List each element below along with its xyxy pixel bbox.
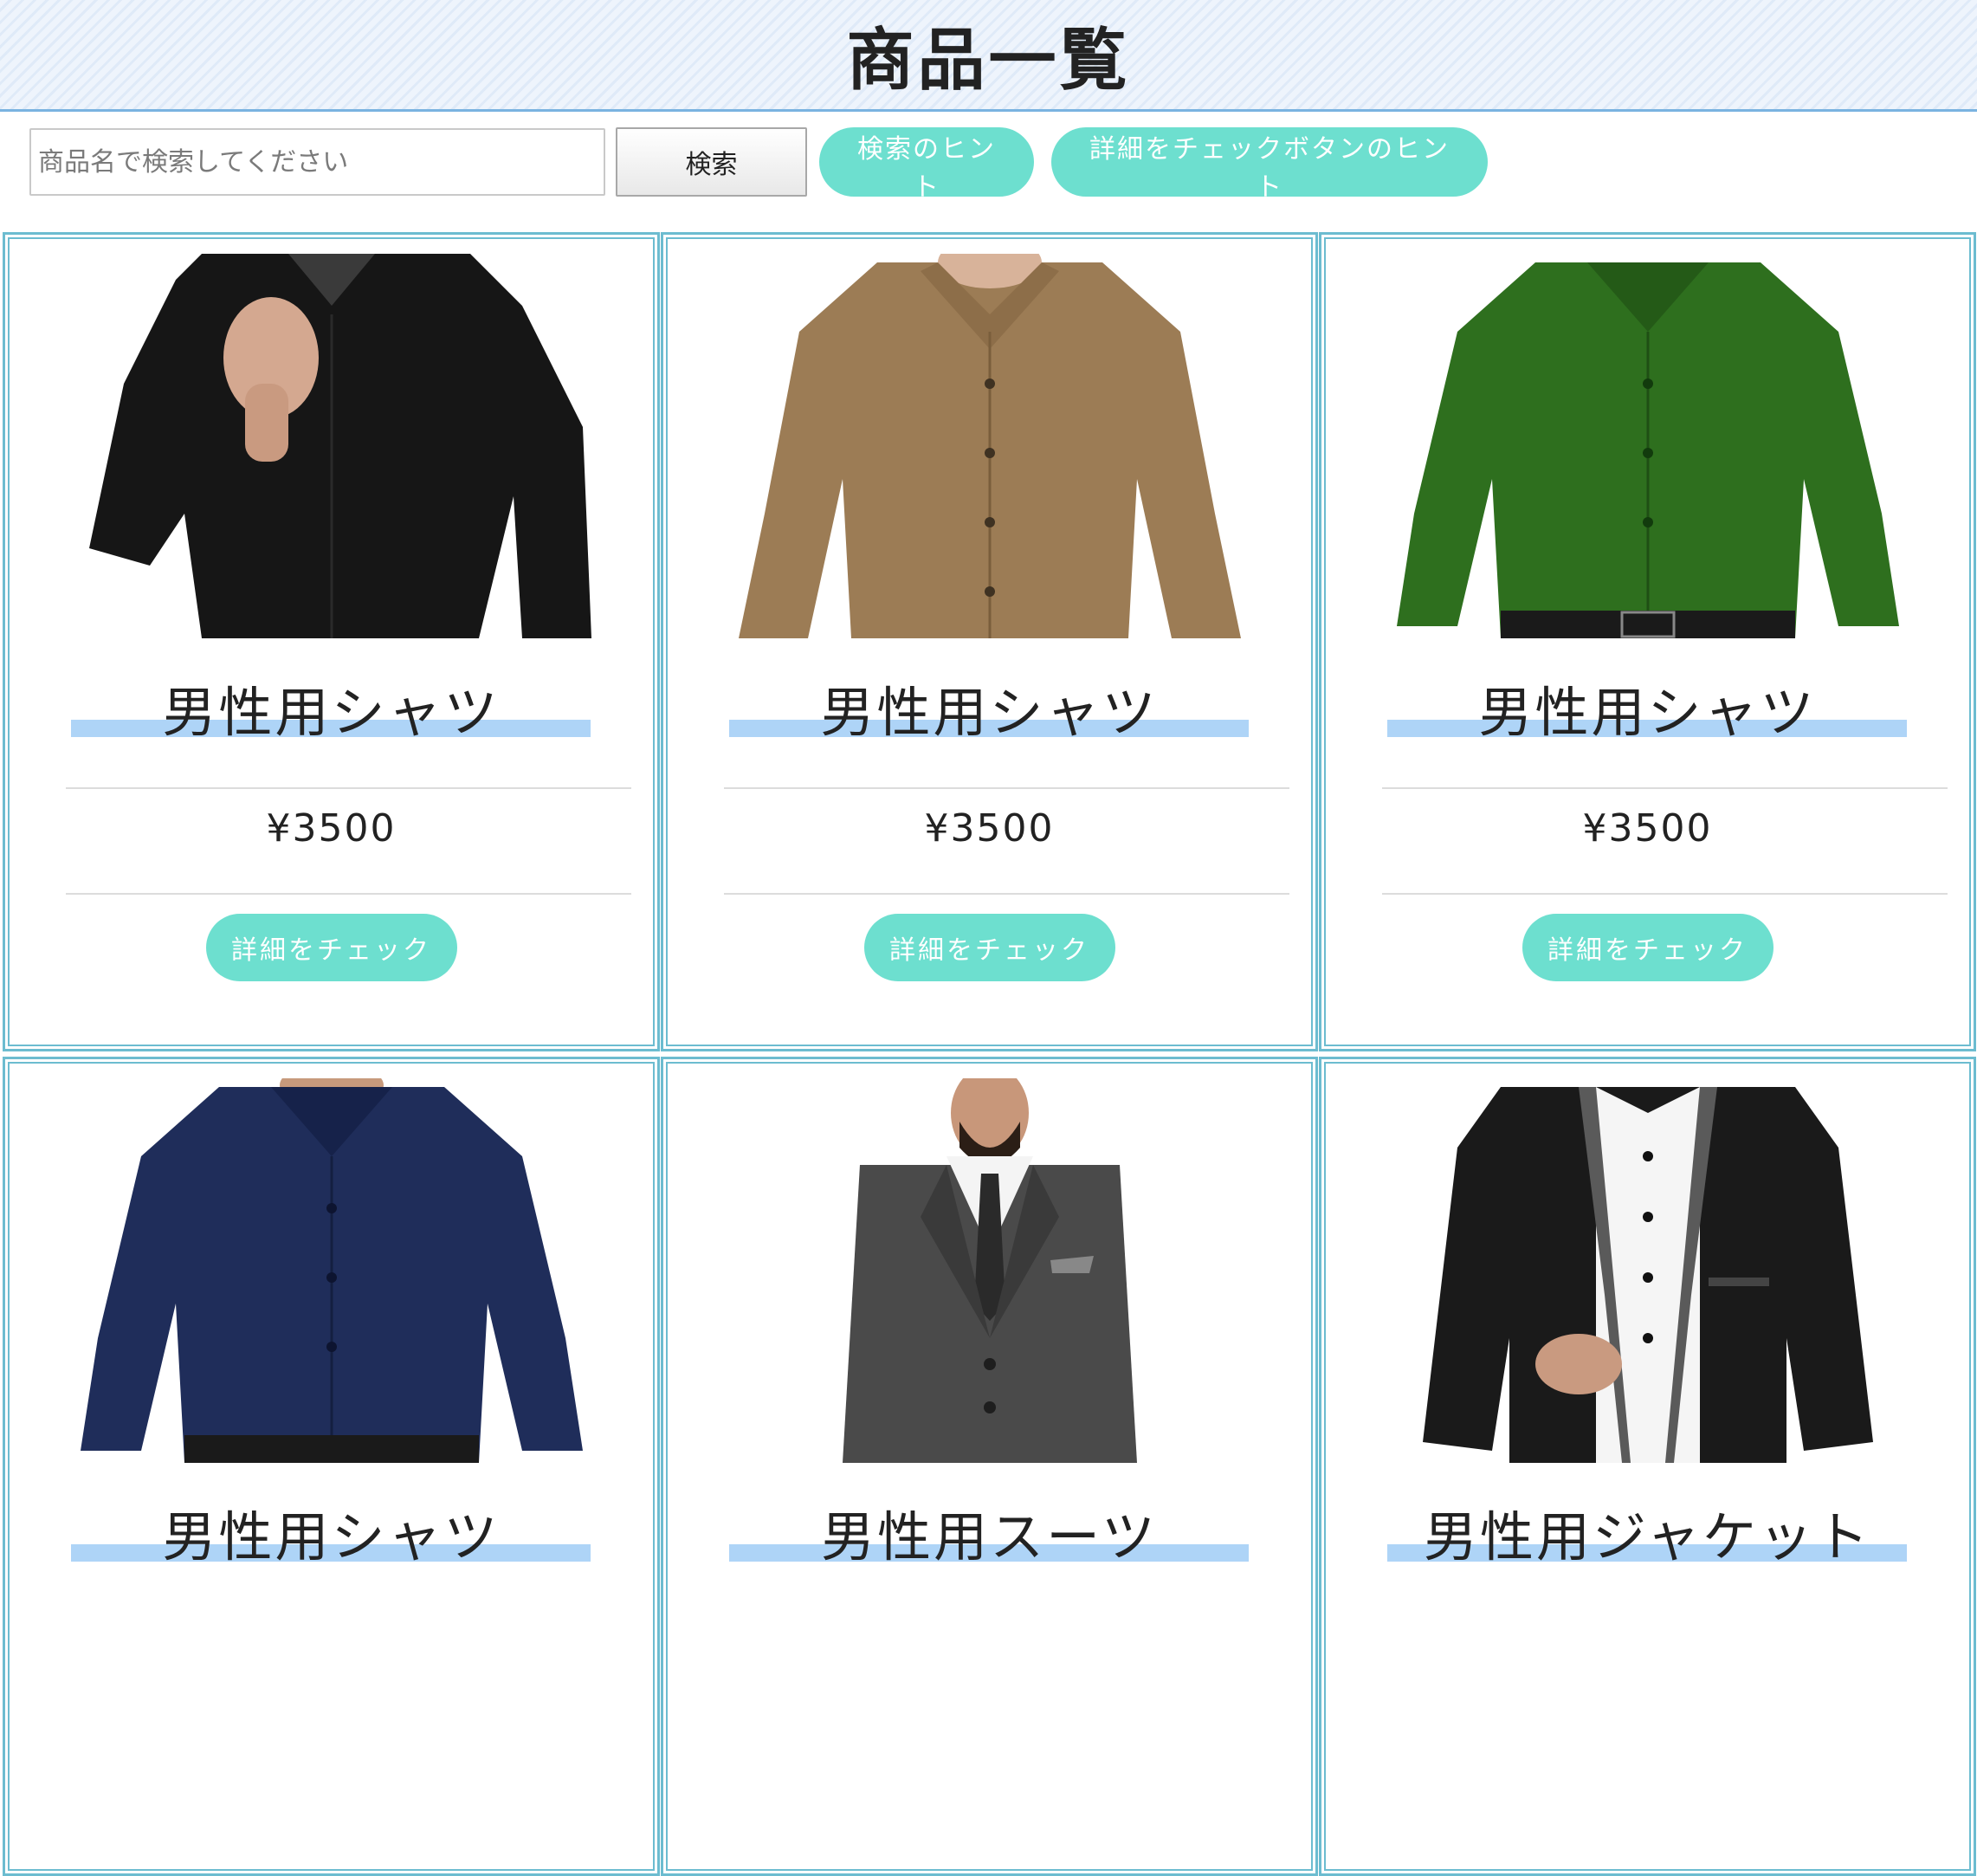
divider	[66, 787, 631, 789]
product-price: ¥3500	[924, 806, 1055, 851]
product-name: 男性用シャツ	[162, 1505, 501, 1569]
divider	[724, 893, 1289, 895]
search-input[interactable]	[29, 128, 605, 196]
search-hint-button[interactable]: 検索のヒント	[819, 127, 1034, 203]
suit-image	[729, 1078, 1250, 1463]
detail-button[interactable]: 詳細をチェック	[1522, 914, 1773, 981]
shirt-image	[729, 254, 1250, 638]
divider	[1382, 893, 1948, 895]
product-image	[71, 254, 591, 638]
product-image	[729, 1078, 1250, 1463]
detail-button[interactable]: 詳細をチェック	[205, 914, 457, 981]
jacket-image	[1387, 1078, 1908, 1463]
product-card: 男性用シャツ	[3, 1057, 660, 1876]
product-price: ¥3500	[1582, 806, 1713, 851]
search-button[interactable]: 検索	[616, 127, 807, 197]
product-image	[71, 1078, 591, 1463]
divider	[1382, 787, 1948, 789]
product-name: 男性用ジャケット	[1424, 1505, 1871, 1569]
product-card: 男性用シャツ ¥3500 詳細をチェック	[661, 232, 1318, 1051]
detail-button[interactable]: 詳細をチェック	[863, 914, 1115, 981]
product-image	[1387, 254, 1908, 638]
product-name: 男性用スーツ	[821, 1505, 1158, 1569]
shirt-image	[71, 254, 591, 638]
shirt-image	[71, 1078, 591, 1463]
product-image	[1387, 1078, 1908, 1463]
divider	[66, 893, 631, 895]
product-name: 男性用シャツ	[162, 681, 501, 744]
page-header: 商品一覧	[0, 0, 1977, 112]
divider	[724, 787, 1289, 789]
product-card: 男性用シャツ ¥3500 詳細をチェック	[3, 232, 660, 1051]
product-name: 男性用シャツ	[1478, 681, 1817, 744]
product-price: ¥3500	[266, 806, 397, 851]
search-toolbar: 検索 検索のヒント 詳細をチェックボタンのヒント	[29, 126, 1488, 203]
product-card: 男性用ジャケット	[1319, 1057, 1976, 1876]
page-title: 商品一覧	[846, 22, 1131, 100]
product-card: 男性用シャツ ¥3500 詳細をチェック	[1319, 232, 1976, 1051]
product-image	[729, 254, 1250, 638]
shirt-image	[1387, 254, 1908, 638]
detail-hint-button[interactable]: 詳細をチェックボタンのヒント	[1051, 127, 1488, 203]
product-card: 男性用スーツ	[661, 1057, 1318, 1876]
product-name: 男性用シャツ	[820, 681, 1159, 744]
